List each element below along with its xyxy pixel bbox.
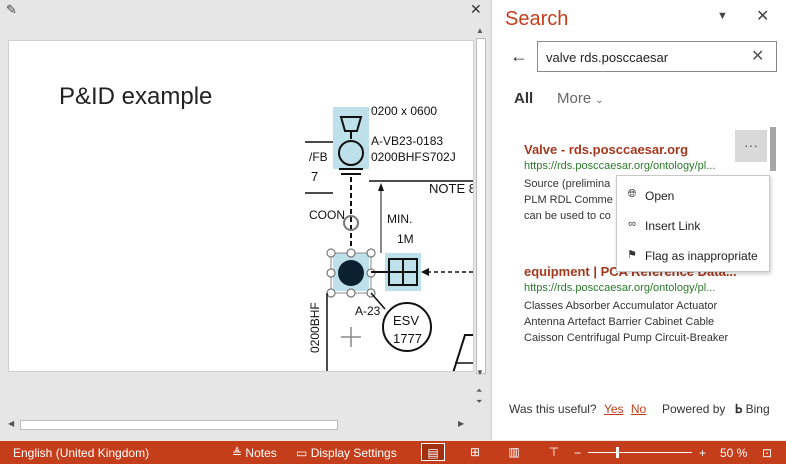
display-settings-icon: ▭ (296, 446, 308, 460)
reading-view-button[interactable]: ▥ (502, 443, 526, 461)
notes-button[interactable]: ≜ Notes (232, 446, 277, 460)
notes-label: Notes (245, 446, 277, 460)
previous-slide-icon[interactable]: ⏶ (476, 385, 482, 396)
pid-fb-label: /FB (309, 150, 328, 164)
result-description: Classes Absorber Accumulator Actuator An… (524, 298, 764, 346)
slide-edit-pane: ✎ ✕ P&ID example 0200 x 0600 A-VB23-0183… (0, 0, 490, 440)
scroll-down-icon[interactable]: ▼ (476, 368, 484, 377)
pid-esv-label: ESV (393, 313, 419, 328)
search-pane-title: Search (505, 8, 569, 30)
edit-pane-header: ✎ ✕ (0, 0, 490, 20)
result-desc-line: Antenna Artefact Barrier Cabinet Cable (524, 316, 715, 328)
status-bar: English (United Kingdom) ≜ Notes ▭ Displ… (0, 441, 786, 464)
result-desc-line: Caisson Centrifugal Pump Circuit-Breaker (524, 332, 729, 344)
pid-vertical-tag: 0200BHF (308, 302, 322, 353)
pid-valve-tag: A-VB23-0183 (371, 134, 443, 148)
display-settings-label: Display Settings (310, 446, 397, 460)
search-input[interactable] (546, 48, 746, 66)
feedback-prompt: Was this useful? Yes No (509, 402, 646, 416)
scroll-left-icon[interactable]: ◀ (8, 419, 14, 428)
powered-by-bing: Powered by ᖯ Bing (662, 402, 770, 416)
menu-item-insert-link[interactable]: ∞ Insert Link (617, 211, 769, 241)
result-title[interactable]: Valve - rds.posccaesar.org (524, 142, 764, 157)
close-icon[interactable]: ✕ (470, 1, 482, 18)
powered-by-label: Powered by (662, 402, 726, 416)
result-desc-line: Classes Absorber Accumulator Actuator (524, 300, 718, 312)
slide-title[interactable]: P&ID example (59, 83, 212, 111)
pid-7-label: 7 (311, 169, 318, 184)
menu-item-open[interactable]: 🌐︎ Open (617, 181, 769, 211)
ellipsis-icon: ··· (744, 137, 758, 153)
back-arrow-icon[interactable]: ← (510, 46, 528, 67)
zoom-in-button[interactable]: + (699, 446, 706, 460)
tab-more[interactable]: More ⌄ (557, 90, 604, 107)
more-options-button[interactable]: ··· (735, 130, 767, 162)
display-settings-button[interactable]: ▭ Display Settings (296, 446, 397, 460)
pid-size-label: 0200 x 0600 (371, 104, 437, 118)
result-url: https://rds.posccaesar.org/ontology/pl..… (524, 282, 716, 294)
pane-options-dropdown-icon[interactable]: ▼ (717, 10, 728, 22)
normal-view-button[interactable]: ▤ (421, 443, 445, 461)
tab-more-label: More (557, 90, 592, 107)
zoom-slider-thumb[interactable] (616, 447, 620, 458)
clear-search-icon[interactable]: ✕ (751, 46, 764, 66)
pid-note-label: NOTE 8, (429, 181, 474, 196)
horizontal-scrollbar[interactable]: ◀ ▶ (6, 418, 470, 432)
search-result[interactable]: equipment | PCA Reference Data... https:… (524, 264, 764, 346)
zoom-slider[interactable] (588, 452, 692, 453)
close-pane-icon[interactable]: ✕ (756, 6, 769, 26)
pid-line-tag: 0200BHFS702J (371, 150, 456, 164)
slideshow-button[interactable]: ⊤ (542, 443, 566, 461)
tab-all[interactable]: All (514, 90, 533, 107)
move-cursor-icon (341, 327, 361, 347)
slide-nav-arrows[interactable]: ⏶ ⏷ (476, 385, 482, 407)
slide-sorter-button[interactable]: ⊞ (463, 443, 487, 461)
scroll-up-icon[interactable]: ▲ (476, 26, 484, 35)
horizontal-scroll-thumb[interactable] (20, 420, 338, 430)
pid-diagram-image[interactable]: 0200 x 0600 A-VB23-0183 0200BHFS702J /FB… (305, 97, 474, 372)
fit-to-window-icon[interactable]: ⊡ (762, 446, 772, 460)
pid-esv-number: 1777 (393, 331, 422, 346)
selected-filled-circle (338, 260, 364, 286)
pid-min-value: 1M (397, 232, 414, 246)
pencil-icon[interactable]: ✎ (6, 2, 17, 18)
flag-icon: ⚑ (627, 249, 637, 261)
vertical-scrollbar[interactable]: ▲ ▼ (474, 24, 488, 381)
feedback-yes-link[interactable]: Yes (604, 402, 624, 416)
vertical-scroll-thumb[interactable] (476, 38, 486, 374)
menu-item-label: Insert Link (645, 219, 701, 233)
language-indicator[interactable]: English (United Kingdom) (13, 446, 149, 460)
pid-min-label: MIN. (387, 212, 412, 226)
bing-logo-icon: ᖯ Bing (734, 402, 770, 416)
feedback-question: Was this useful? (509, 402, 597, 416)
feedback-no-link[interactable]: No (631, 402, 646, 416)
bing-label: Bing (745, 402, 770, 416)
scroll-right-icon[interactable]: ▶ (458, 419, 464, 428)
zoom-level[interactable]: 50 % (720, 446, 747, 460)
slide-canvas[interactable]: P&ID example 0200 x 0600 A-VB23-0183 020… (8, 40, 474, 372)
globe-icon: 🌐︎ (627, 188, 637, 200)
pid-a23-label: A-23 (355, 304, 381, 318)
chevron-down-icon: ⌄ (595, 95, 604, 106)
search-box[interactable]: ✕ (537, 41, 777, 72)
powerpoint-window: ✎ ✕ P&ID example 0200 x 0600 A-VB23-0183… (0, 0, 786, 464)
result-context-menu: 🌐︎ Open ∞ Insert Link ⚑ Flag as inapprop… (616, 175, 770, 272)
notes-icon: ≜ (232, 446, 243, 460)
zoom-out-button[interactable]: − (574, 446, 581, 460)
result-url: https://rds.posccaesar.org/ontology/pl..… (524, 160, 716, 172)
search-pane: Search ▼ ✕ ← ✕ All More⌄ Valve - rds.pos… (491, 0, 786, 440)
next-slide-icon[interactable]: ⏷ (476, 396, 482, 407)
menu-item-label: Open (645, 189, 675, 203)
menu-item-label: Flag as inappropriate (645, 249, 758, 263)
results-scrollbar-thumb[interactable] (770, 127, 776, 171)
link-icon: ∞ (628, 218, 636, 230)
pid-coon-label: COON (309, 208, 345, 222)
menu-item-flag[interactable]: ⚑ Flag as inappropriate (617, 241, 769, 271)
